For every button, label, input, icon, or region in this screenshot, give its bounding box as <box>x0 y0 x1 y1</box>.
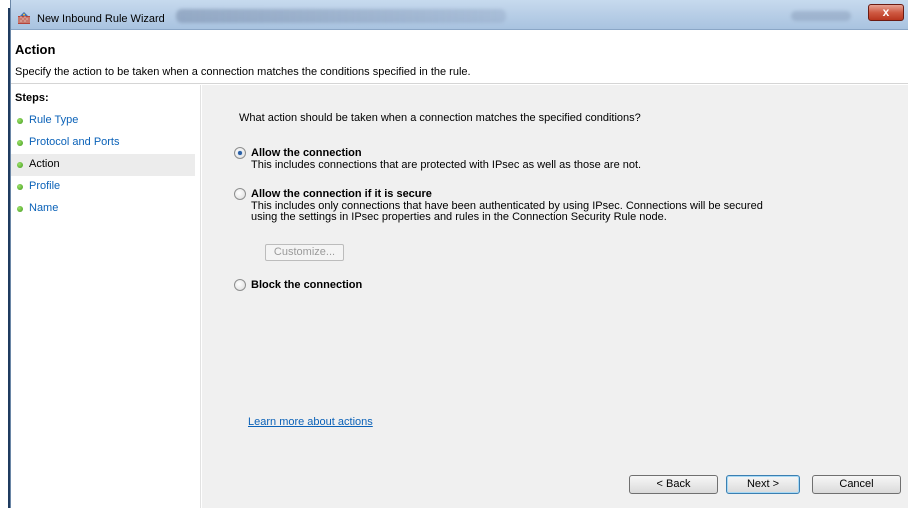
step-bullet-icon <box>17 118 23 124</box>
step-bullet-icon <box>17 206 23 212</box>
step-bullet-icon <box>17 184 23 190</box>
step-item-protocol-and-ports[interactable]: Protocol and Ports <box>11 132 195 154</box>
step-label: Rule Type <box>29 114 79 126</box>
option-title: Allow the connection <box>251 147 362 159</box>
customize-button[interactable]: Customize... <box>265 244 344 261</box>
page-header: Action Specify the action to be taken wh… <box>11 30 908 84</box>
cancel-button[interactable]: Cancel <box>812 475 901 494</box>
content-panel: What action should be taken when a conne… <box>202 85 908 508</box>
page-title: Action <box>15 42 56 57</box>
step-label: Protocol and Ports <box>29 136 120 148</box>
option-description: This includes connections that are prote… <box>251 159 642 171</box>
steps-panel: Steps: Rule Type Protocol and Ports Acti… <box>11 85 201 508</box>
next-button[interactable]: Next > <box>726 475 800 494</box>
back-button[interactable]: < Back <box>629 475 718 494</box>
allow-if-secure-radio[interactable] <box>234 188 246 200</box>
option-title: Block the connection <box>251 279 363 291</box>
step-item-action[interactable]: Action <box>11 154 195 176</box>
background-search <box>791 11 851 21</box>
step-label: Name <box>29 202 59 214</box>
firewall-icon <box>18 12 30 24</box>
close-button[interactable]: x <box>868 4 904 21</box>
step-label: Profile <box>29 180 61 192</box>
option-title: Allow the connection if it is secure <box>251 188 432 200</box>
step-item-rule-type[interactable]: Rule Type <box>11 110 195 132</box>
action-question: What action should be taken when a conne… <box>239 112 641 124</box>
step-label: Action <box>29 158 60 170</box>
steps-heading: Steps: <box>15 92 49 104</box>
title-bar[interactable]: New Inbound Rule Wizard x <box>11 0 908 30</box>
step-bullet-icon <box>17 162 23 168</box>
block-connection-radio[interactable] <box>234 279 246 291</box>
step-bullet-icon <box>17 140 23 146</box>
option-description: This includes only connections that have… <box>251 200 763 223</box>
step-item-name[interactable]: Name <box>11 198 195 220</box>
page-description: Specify the action to be taken when a co… <box>15 66 471 78</box>
step-item-profile[interactable]: Profile <box>11 176 195 198</box>
wizard-window: New Inbound Rule Wizard x Action Specify… <box>10 0 908 508</box>
learn-more-link[interactable]: Learn more about actions <box>248 416 373 428</box>
window-title: New Inbound Rule Wizard <box>37 13 165 25</box>
background-breadcrumb <box>176 9 506 23</box>
allow-connection-radio[interactable] <box>234 147 246 159</box>
